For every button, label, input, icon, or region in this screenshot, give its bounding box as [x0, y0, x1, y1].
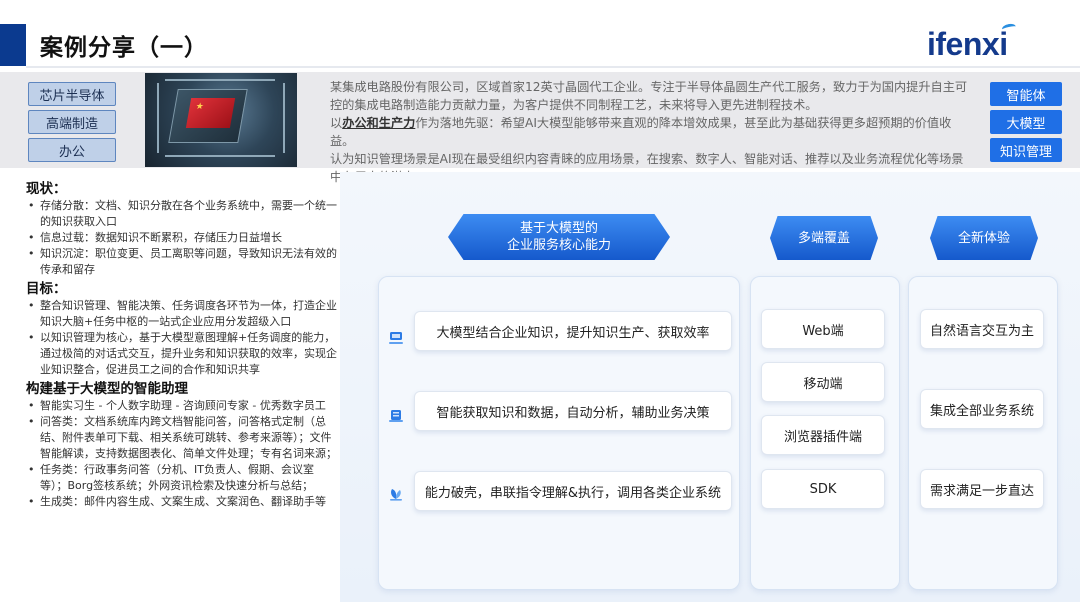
category-km-button[interactable]: 知识管理: [990, 138, 1062, 162]
category-llm-button[interactable]: 大模型: [990, 110, 1062, 134]
goal-item: 以知识管理为核心，基于大模型意图理解+任务调度的能力，通过极简的对话式交互，提升…: [26, 330, 338, 378]
capability-card-orchestration: 能力破壳，串联指令理解&执行，调用各类企业系统: [414, 471, 732, 511]
chip-photo: ★: [145, 73, 297, 167]
terminal-card-web: Web端: [761, 309, 885, 349]
status-item: 存储分散：文档、知识分散在各个业务系统中，需要一个统一的知识获取入口: [26, 198, 338, 230]
status-item: 信息过载：数据知识不断累积，存储压力日益增长: [26, 230, 338, 246]
experience-card-integration: 集成全部业务系统: [920, 389, 1044, 429]
case-description: 某集成电路股份有限公司，区域首家12英寸晶圆代工企业。专注于半导体晶圆生产代工服…: [330, 78, 970, 186]
build-item: 智能实习生 - 个人数字助理 - 咨询顾问专家 - 优秀数字员工: [26, 398, 338, 414]
industry-tag-manufacturing: 高端制造: [28, 110, 116, 134]
case-description-line1: 某集成电路股份有限公司，区域首家12英寸晶圆代工企业。专注于半导体晶圆生产代工服…: [330, 80, 968, 112]
terminal-card-mobile: 移动端: [761, 362, 885, 402]
core-capability-ribbon: 基于大模型的 企业服务核心能力: [448, 214, 670, 260]
industry-tag-semiconductor: 芯片半导体: [28, 82, 116, 106]
terminal-card-sdk: SDK: [761, 469, 885, 509]
build-item: 生成类：邮件内容生成、文案生成、文案润色、翻译助手等: [26, 494, 338, 510]
document-icon: [389, 410, 403, 422]
highlight-productivity: 办公和生产力: [342, 116, 416, 130]
status-item: 知识沉淀：职位变更、员工离职等问题，导致知识无法有效的传承和留存: [26, 246, 338, 278]
capability-card-knowledge: 大模型结合企业知识，提升知识生产、获取效率: [414, 311, 732, 351]
experience-card-natural-language: 自然语言交互为主: [920, 309, 1044, 349]
leaf-icon: [390, 489, 402, 501]
goal-item: 整合知识管理、智能决策、任务调度各环节为一体，打造企业知识大脑+任务中枢的一站式…: [26, 298, 338, 330]
chip-body: ★: [168, 89, 248, 143]
flag-icon: ★: [185, 98, 236, 128]
new-experience-ribbon: 全新体验: [930, 216, 1038, 260]
capability-card-analysis: 智能获取知识和数据，自动分析，辅助业务决策: [414, 391, 732, 431]
case-description-line2: 以办公和生产力作为落地先驱：希望AI大模型能够带来直观的降本增效成果，甚至此为基…: [330, 116, 952, 148]
status-title: 现状：: [26, 181, 67, 197]
capability-diagram: 基于大模型的 企业服务核心能力 大模型结合企业知识，提升知识生产、获取效率 智能…: [340, 172, 1080, 602]
build-item: 问答类：文档系统库内跨文档智能问答，问答格式定制（总结、附件表单可下载、相关系统…: [26, 414, 338, 462]
goal-title: 目标：: [26, 281, 67, 297]
header-divider: [26, 66, 1080, 68]
multi-terminal-ribbon: 多端覆盖: [770, 216, 878, 260]
industry-tag-office: 办公: [28, 138, 116, 162]
page-title: 案例分享（一）: [40, 35, 208, 61]
left-column: 现状： 存储分散：文档、知识分散在各个业务系统中，需要一个统一的知识获取入口 信…: [26, 180, 338, 510]
screen-icon: [389, 332, 403, 344]
build-title: 构建基于大模型的智能助理: [26, 381, 188, 397]
brand-logo: ifenxi: [927, 26, 1008, 62]
logo-arc-icon: [1001, 22, 1017, 34]
build-item: 任务类：行政事务问答（分机、IT负责人、假期、会议室等）；Borg签核系统；外网…: [26, 462, 338, 494]
header-accent-bar: [0, 24, 26, 66]
experience-card-one-step: 需求满足一步直达: [920, 469, 1044, 509]
terminal-card-browser-plugin: 浏览器插件端: [761, 415, 885, 455]
header: 案例分享（一） ifenxi: [0, 0, 1080, 72]
category-agent-button[interactable]: 智能体: [990, 82, 1062, 106]
